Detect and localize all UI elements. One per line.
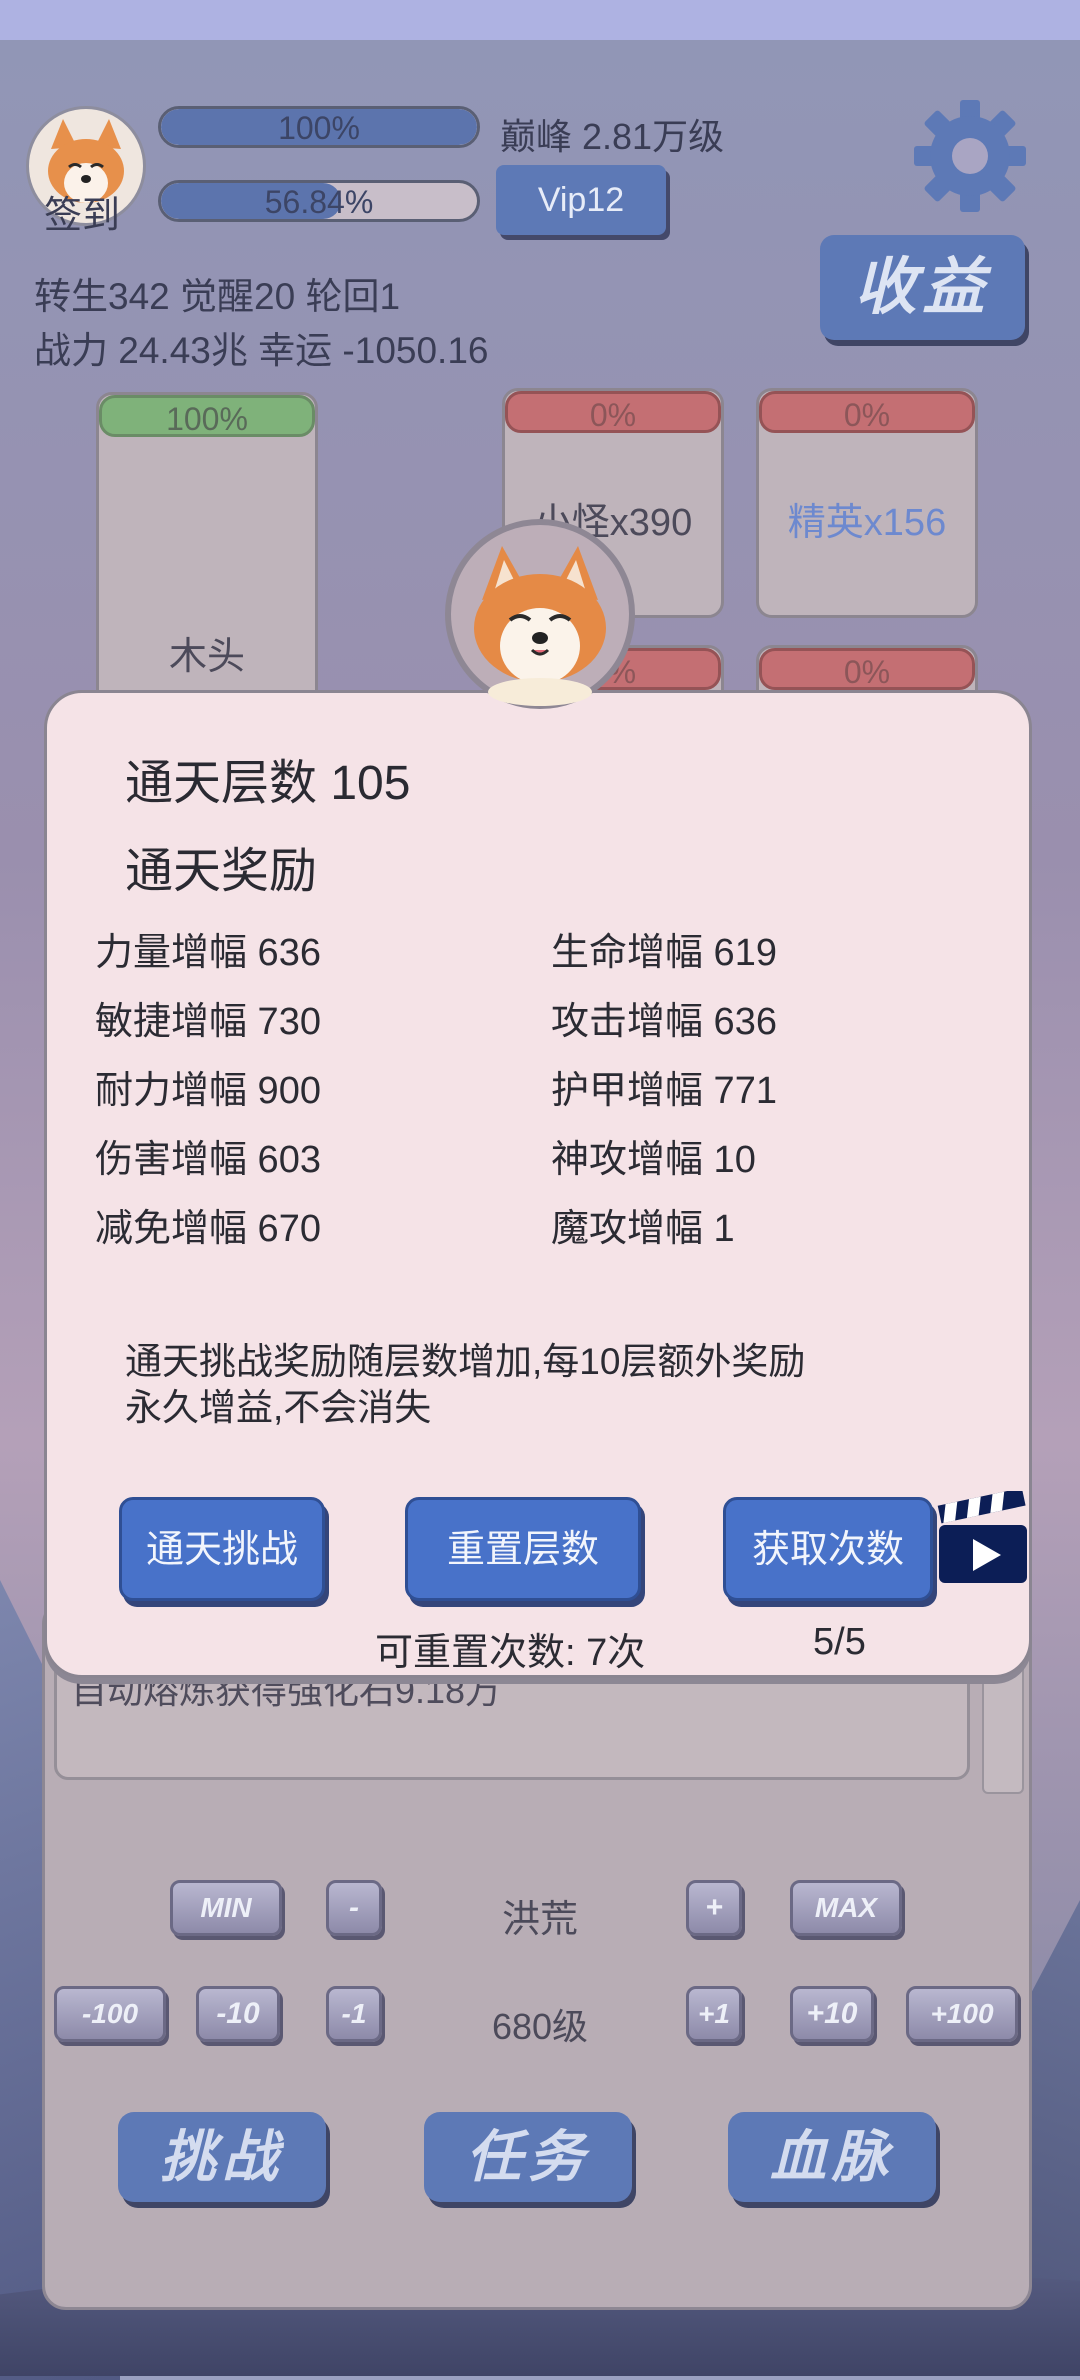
task-nav-button[interactable]: 任务 <box>424 2112 632 2202</box>
stat-agility: 敏捷增幅 730 <box>95 1001 321 1043</box>
checkin-label[interactable]: 签到 <box>44 184 120 239</box>
zone-name: 洪荒 <box>501 1899 578 1941</box>
corgi-mascot[interactable] <box>442 516 638 712</box>
level-plus-1-button[interactable]: +1 <box>686 1986 742 2042</box>
get-attempts-button[interactable]: 获取次数 <box>723 1497 933 1601</box>
stat-magic-attack: 魔攻增幅 1 <box>551 1208 735 1250</box>
elite-label: 精英x156 <box>787 502 947 544</box>
stat-damage: 伤害增幅 603 <box>95 1139 321 1181</box>
income-button[interactable]: 收益 <box>820 235 1025 340</box>
reset-floor-button[interactable]: 重置层数 <box>405 1497 641 1601</box>
zone-prev-button[interactable]: - <box>326 1880 382 1936</box>
elite-hp-bar: 0% <box>759 391 975 433</box>
minion-hp-bar: 0% <box>505 391 721 433</box>
status-strip <box>0 0 1080 40</box>
tower-description: 通天挑战奖励随层数增加,每10层额外奖励 永久增益,不会消失 <box>125 1339 985 1431</box>
power-luck-text: 战力 24.43兆 幸运 -1050.16 <box>34 330 489 371</box>
level-plus-10-button[interactable]: +10 <box>790 1986 874 2042</box>
stat-strength: 力量增幅 636 <box>95 932 321 974</box>
exp-progress-bar: 56.84% <box>158 180 480 222</box>
exp-progress-text: 56.84% <box>264 184 374 220</box>
stat-divine-attack: 神攻增幅 10 <box>551 1139 756 1181</box>
level-minus-100-button[interactable]: -100 <box>54 1986 166 2042</box>
wood-label: 木头 <box>168 636 245 678</box>
stat-armor: 护甲增幅 771 <box>551 1070 777 1112</box>
stat-attack: 攻击增幅 636 <box>551 1001 777 1043</box>
stat-life: 生命增幅 619 <box>551 932 777 974</box>
bloodline-nav-button[interactable]: 血脉 <box>728 2112 936 2202</box>
level-value: 680级 <box>491 2006 589 2047</box>
description-line-2: 永久增益,不会消失 <box>125 1387 432 1428</box>
attempts-count-text: 5/5 <box>813 1621 866 1663</box>
peak-level-text: 巅峰 2.81万级 <box>500 116 725 157</box>
corgi-mascot-icon <box>445 519 635 709</box>
level-plus-100-button[interactable]: +100 <box>906 1986 1018 2042</box>
hp-progress-bar: 100% <box>158 106 480 148</box>
clapperboard-video-icon <box>937 1487 1027 1583</box>
stat-reduction: 减免增幅 670 <box>95 1208 321 1250</box>
rebirth-stats-text: 转生342 觉醒20 轮回1 <box>34 276 401 317</box>
gear-icon <box>914 100 1026 212</box>
hp-progress-text: 100% <box>278 110 360 146</box>
zone-next-button[interactable]: + <box>686 1880 742 1936</box>
tower-floor-title: 通天层数 105 <box>125 757 411 810</box>
settings-button[interactable] <box>910 96 1030 216</box>
description-line-1: 通天挑战奖励随层数增加,每10层额外奖励 <box>125 1341 806 1382</box>
vip-button[interactable]: Vip12 <box>496 165 666 235</box>
target-card-elite[interactable]: 0% 精英x156 <box>756 388 978 618</box>
tower-reward-title: 通天奖励 <box>125 845 318 898</box>
target-card-wood[interactable]: 100% 木头 <box>96 392 318 712</box>
reset-count-text: 可重置次数: 7次 <box>375 1632 646 1674</box>
challenge-nav-button[interactable]: 挑战 <box>118 2112 326 2202</box>
level-minus-1-button[interactable]: -1 <box>326 1986 382 2042</box>
watch-video-button[interactable] <box>935 1487 1031 1587</box>
max-button[interactable]: MAX <box>790 1880 902 1936</box>
wood-hp-bar: 100% <box>99 395 315 437</box>
row2-right-hp-bar: 0% <box>759 648 975 690</box>
stat-endurance: 耐力增幅 900 <box>95 1070 321 1112</box>
level-minus-10-button[interactable]: -10 <box>196 1986 280 2042</box>
tower-reward-dialog: 通天层数 105 通天奖励 力量增幅 636 生命增幅 619 敏捷增幅 730… <box>44 690 1032 1678</box>
tower-challenge-button[interactable]: 通天挑战 <box>119 1497 325 1601</box>
min-button[interactable]: MIN <box>170 1880 282 1936</box>
